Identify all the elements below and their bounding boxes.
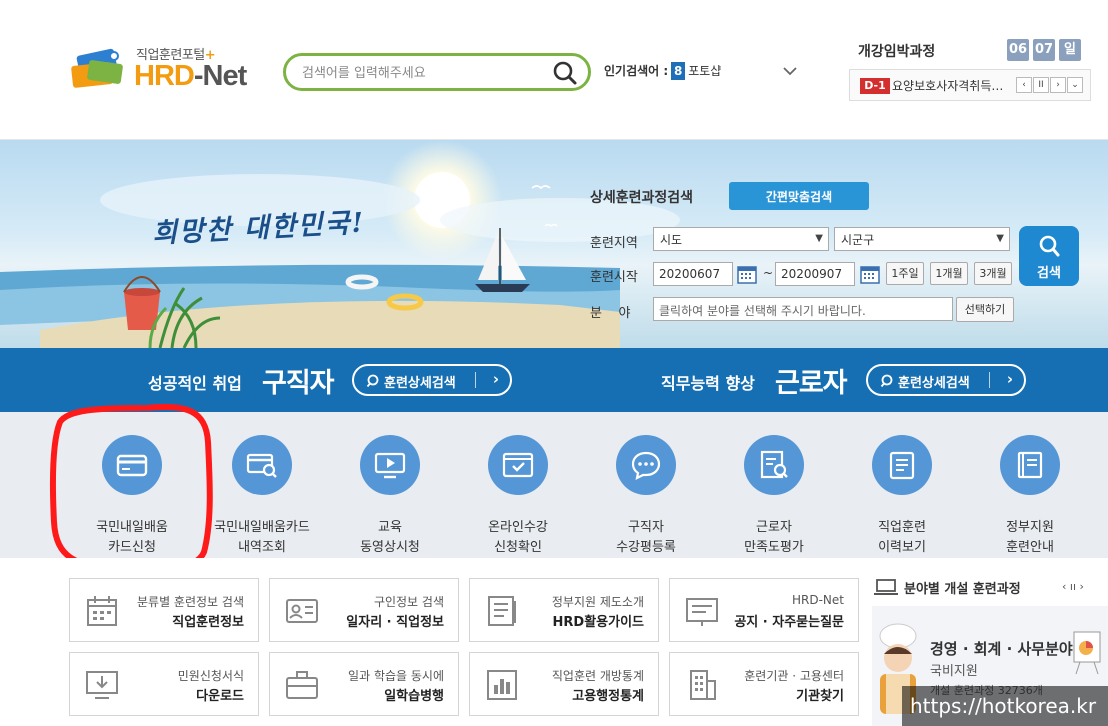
date-range-separator: ~ <box>763 266 774 280</box>
ticker-prev-icon[interactable]: ‹ <box>1016 77 1032 93</box>
notice-board-icon <box>686 598 718 626</box>
field-name: 경영 · 회계 · 사무분야 <box>930 640 1073 658</box>
quick-menu: 국민내일배움 카드신청 국민내일배움카드 내역조회 교육 동영상시청 온라인수강 신청확… <box>0 412 1108 558</box>
upcoming-course-title: 개강임박과정 <box>858 44 936 60</box>
chevron-right-icon: › <box>492 370 499 388</box>
chevron-down-icon: ▼ <box>996 233 1004 244</box>
search-icon <box>1039 235 1060 257</box>
jobseeker-subtitle: 성공적인 취업 <box>148 374 242 393</box>
jobseeker-detail-search-button[interactable]: 훈련상세검색 › <box>352 364 512 396</box>
ticker-pause-icon[interactable]: II <box>1033 77 1049 93</box>
field-label: 분 야 <box>590 306 631 321</box>
logo-title: HRD-Net <box>134 60 247 92</box>
id-card-icon <box>286 599 318 623</box>
search-box <box>283 53 591 91</box>
detail-search-button[interactable]: 검색 <box>1019 226 1079 286</box>
card-job-info[interactable]: 구인정보 검색 일자리 · 직업정보 <box>269 578 459 642</box>
card-form-download[interactable]: 민원신청서식 다운로드 <box>69 652 259 716</box>
start-date-label: 훈련시작 <box>590 270 638 285</box>
browser-check-icon <box>502 452 534 478</box>
period-1month-button[interactable]: 1개월 <box>930 262 968 285</box>
card-training-info[interactable]: 분류별 훈련정보 검색 직업훈련정보 <box>69 578 259 642</box>
chevron-down-icon[interactable] <box>780 62 800 80</box>
search-input[interactable] <box>302 62 552 84</box>
quick-card-apply[interactable]: 국민내일배움 카드신청 <box>68 432 196 555</box>
search-icon <box>366 374 379 388</box>
card-work-study[interactable]: 일과 학습을 동시에 일학습병행 <box>269 652 459 716</box>
field-slider-controls[interactable]: ‹ ıı › <box>1062 580 1084 593</box>
watermark: https://hotkorea.kr <box>902 686 1108 726</box>
popular-search: 인기검색어 :8 포토샵 <box>604 62 722 80</box>
field-support: 국비지원 <box>930 664 978 679</box>
field-course-title: 분야별 개설 훈련과정 <box>904 582 1021 597</box>
hrd-net-logo[interactable]: 직업훈련포털+ HRD-Net <box>68 42 268 98</box>
bar-chart-icon <box>487 670 517 700</box>
monitor-play-icon <box>374 452 406 479</box>
calendar-icon <box>87 596 117 626</box>
period-3month-button[interactable]: 3개월 <box>974 262 1012 285</box>
quick-review-register[interactable]: 구직자 수강평등록 <box>582 432 710 555</box>
speech-bubble-icon <box>631 451 661 480</box>
worker-subtitle: 직무능력 향상 <box>661 374 755 393</box>
date-day: 07 <box>1033 39 1055 61</box>
ticker-next-icon[interactable]: › <box>1050 77 1066 93</box>
credit-card-icon <box>116 454 148 477</box>
detail-search-title: 상세훈련과정검색 <box>590 190 694 206</box>
quick-government-support[interactable]: 정부지원 훈련안내 <box>966 432 1094 555</box>
quick-satisfaction-survey[interactable]: 근로자 만족도평가 <box>710 432 838 555</box>
field-select-input[interactable]: 클릭하여 분야를 선택해 주시기 바랍니다. <box>653 297 953 321</box>
simple-search-button[interactable]: 간편맞춤검색 <box>729 182 869 210</box>
worker-title: 근로자 <box>775 368 848 399</box>
book-icon <box>1017 451 1043 479</box>
start-date-to-input[interactable]: 20200907 <box>775 262 855 286</box>
card-notice-faq[interactable]: HRD-Net 공지 · 자주묻는질문 <box>669 578 859 642</box>
date-month: 06 <box>1007 39 1029 61</box>
region-sigungu-select[interactable]: 시군구 ▼ <box>834 227 1010 251</box>
card-statistics[interactable]: 직업훈련 개방통계 고용행정통계 <box>469 652 659 716</box>
popular-rank-badge: 8 <box>671 62 686 80</box>
course-ticker: D-1 요양보호사자격취득… ‹ II › ⌄ <box>849 69 1091 101</box>
quick-online-enroll-check[interactable]: 온라인수강 신청확인 <box>454 432 582 555</box>
briefcase-icon <box>286 671 318 699</box>
calendar-icon[interactable] <box>736 263 758 285</box>
card-find-institution[interactable]: 훈련기관 · 고용센터 기관찾기 <box>669 652 859 716</box>
period-1week-button[interactable]: 1주일 <box>886 262 924 285</box>
calendar-icon[interactable] <box>859 263 881 285</box>
document-search-icon <box>760 450 788 479</box>
monitor-download-icon <box>86 671 118 699</box>
header: 직업훈련포털+ HRD-Net 인기검색어 :8포토샵 개강임박과정 06 07… <box>0 0 1108 140</box>
logo-card-icon <box>71 48 123 88</box>
clipboard-list-icon <box>889 451 915 480</box>
dday-badge: D-1 <box>860 78 890 94</box>
region-sido-select[interactable]: 시도 ▼ <box>653 227 829 251</box>
chevron-right-icon: › <box>1006 370 1013 388</box>
popular-term-link[interactable]: 포토샵 <box>688 64 721 78</box>
search-icon <box>880 374 893 388</box>
building-icon <box>690 670 716 700</box>
ticker-expand-icon[interactable]: ⌄ <box>1067 77 1083 93</box>
card-hrd-guide[interactable]: 정부지원 제도소개 HRD활용가이드 <box>469 578 659 642</box>
card-search-icon <box>246 453 277 478</box>
jobseeker-title: 구직자 <box>262 368 335 399</box>
page: 직업훈련포털+ HRD-Net 인기검색어 :8포토샵 개강임박과정 06 07… <box>0 0 1108 726</box>
laptop-icon <box>874 579 898 595</box>
document-icon <box>488 596 516 626</box>
field-select-button[interactable]: 선택하기 <box>956 297 1014 322</box>
worker-detail-search-button[interactable]: 훈련상세검색 › <box>866 364 1026 396</box>
search-icon[interactable] <box>552 60 578 86</box>
quick-education-video[interactable]: 교육 동영상시청 <box>326 432 454 555</box>
region-label: 훈련지역 <box>590 236 638 251</box>
quick-card-history[interactable]: 국민내일배움카드 내역조회 <box>198 432 326 555</box>
quick-training-history[interactable]: 직업훈련 이력보기 <box>838 432 966 555</box>
date-weekday: 일 <box>1059 39 1081 61</box>
chevron-down-icon: ▼ <box>815 233 823 244</box>
ticker-course-link[interactable]: 요양보호사자격취득… <box>892 77 1012 94</box>
start-date-from-input[interactable]: 20200607 <box>653 262 733 286</box>
target-search-bar: 성공적인 취업 구직자 훈련상세검색 › 직무능력 향상 근로자 훈련상세검색 … <box>0 348 1108 412</box>
main-banner: 희망찬 대한민국! 상세훈련과정검색 간편맞춤검색 훈련지역 시도 ▼ 시군구 … <box>0 140 1108 348</box>
chart-board-icon <box>1073 631 1101 675</box>
